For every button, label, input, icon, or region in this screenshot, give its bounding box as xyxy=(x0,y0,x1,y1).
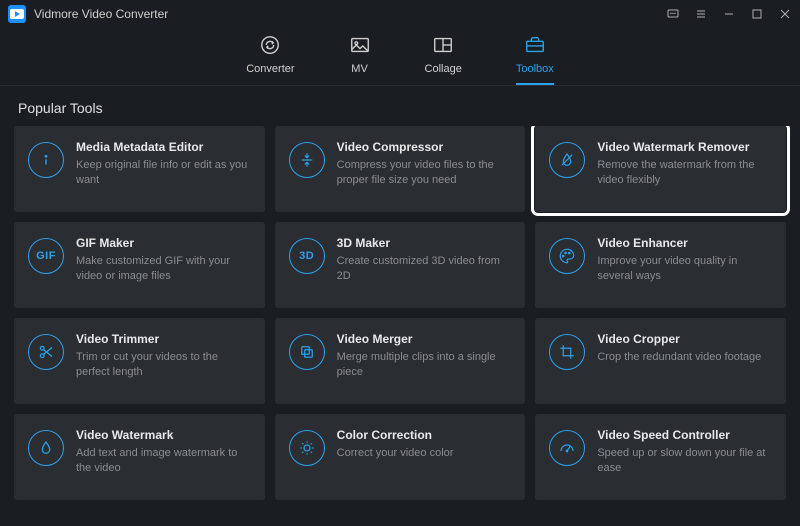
close-button[interactable] xyxy=(778,7,792,21)
tool-video-watermark-remover[interactable]: Video Watermark Remover Remove the water… xyxy=(535,126,786,212)
tool-text: Video Watermark Add text and image water… xyxy=(76,428,251,476)
tool-text: GIF Maker Make customized GIF with your … xyxy=(76,236,251,284)
tool-title: Color Correction xyxy=(337,428,512,442)
info-icon xyxy=(28,142,64,178)
tool-color-correction[interactable]: Color Correction Correct your video colo… xyxy=(275,414,526,500)
tool-title: Video Compressor xyxy=(337,140,512,154)
tool-text: Video Watermark Remover Remove the water… xyxy=(597,140,772,188)
maximize-button[interactable] xyxy=(750,7,764,21)
tools-grid: Media Metadata Editor Keep original file… xyxy=(14,126,786,500)
tool-video-cropper[interactable]: Video Cropper Crop the redundant video f… xyxy=(535,318,786,404)
layout-icon xyxy=(432,34,454,59)
tool-video-compressor[interactable]: Video Compressor Compress your video fil… xyxy=(275,126,526,212)
tab-mv[interactable]: MV xyxy=(349,34,371,85)
image-icon xyxy=(349,34,371,59)
tab-label: Collage xyxy=(425,63,462,75)
tool-video-enhancer[interactable]: Video Enhancer Improve your video qualit… xyxy=(535,222,786,308)
tool-desc: Trim or cut your videos to the perfect l… xyxy=(76,350,251,380)
gif-icon: GIF xyxy=(28,238,64,274)
tab-label: MV xyxy=(351,63,368,75)
tool-text: Video Trimmer Trim or cut your videos to… xyxy=(76,332,251,380)
tool-text: Video Enhancer Improve your video qualit… xyxy=(597,236,772,284)
crop-icon xyxy=(549,334,585,370)
tool-text: Media Metadata Editor Keep original file… xyxy=(76,140,251,188)
tab-label: Toolbox xyxy=(516,63,554,75)
tool-text: 3D Maker Create customized 3D video from… xyxy=(337,236,512,284)
tool-desc: Keep original file info or edit as you w… xyxy=(76,158,251,188)
tool-title: Video Watermark xyxy=(76,428,251,442)
app-title: Vidmore Video Converter xyxy=(34,7,666,21)
sun-icon xyxy=(289,430,325,466)
tool-desc: Add text and image watermark to the vide… xyxy=(76,446,251,476)
tool-desc: Improve your video quality in several wa… xyxy=(597,254,772,284)
merge-icon xyxy=(289,334,325,370)
top-nav: Converter MV Collage Toolbox xyxy=(0,28,800,86)
tool-title: Video Watermark Remover xyxy=(597,140,772,154)
tool-text: Video Compressor Compress your video fil… xyxy=(337,140,512,188)
tab-collage[interactable]: Collage xyxy=(425,34,462,85)
tool-desc: Compress your video files to the proper … xyxy=(337,158,512,188)
tool-title: GIF Maker xyxy=(76,236,251,250)
menu-icon[interactable] xyxy=(694,7,708,21)
tab-label: Converter xyxy=(246,63,294,75)
section-title: Popular Tools xyxy=(0,86,800,126)
tool-desc: Merge multiple clips into a single piece xyxy=(337,350,512,380)
gauge-icon xyxy=(549,430,585,466)
tool-title: Video Trimmer xyxy=(76,332,251,346)
tool-title: Video Speed Controller xyxy=(597,428,772,442)
titlebar: Vidmore Video Converter xyxy=(0,0,800,28)
tool-video-speed-controller[interactable]: Video Speed Controller Speed up or slow … xyxy=(535,414,786,500)
tools-scroll[interactable]: Media Metadata Editor Keep original file… xyxy=(0,126,800,526)
window-controls xyxy=(666,7,792,21)
recycle-icon xyxy=(259,34,281,59)
tab-converter[interactable]: Converter xyxy=(246,34,294,85)
3d-icon: 3D xyxy=(289,238,325,274)
tool-desc: Make customized GIF with your video or i… xyxy=(76,254,251,284)
tool-title: 3D Maker xyxy=(337,236,512,250)
tool-desc: Crop the redundant video footage xyxy=(597,350,772,365)
tool-desc: Correct your video color xyxy=(337,446,512,461)
compress-icon xyxy=(289,142,325,178)
tool-text: Video Speed Controller Speed up or slow … xyxy=(597,428,772,476)
feedback-icon[interactable] xyxy=(666,7,680,21)
tool-title: Video Enhancer xyxy=(597,236,772,250)
tool-desc: Speed up or slow down your file at ease xyxy=(597,446,772,476)
tool-desc: Create customized 3D video from 2D xyxy=(337,254,512,284)
tool-3d-maker[interactable]: 3D 3D Maker Create customized 3D video f… xyxy=(275,222,526,308)
tool-desc: Remove the watermark from the video flex… xyxy=(597,158,772,188)
drop-slash-icon xyxy=(549,142,585,178)
tool-title: Video Merger xyxy=(337,332,512,346)
tool-text: Color Correction Correct your video colo… xyxy=(337,428,512,461)
drop-icon xyxy=(28,430,64,466)
tab-toolbox[interactable]: Toolbox xyxy=(516,34,554,85)
scissors-icon xyxy=(28,334,64,370)
tool-title: Video Cropper xyxy=(597,332,772,346)
minimize-button[interactable] xyxy=(722,7,736,21)
app-logo-icon xyxy=(8,5,26,23)
tool-video-watermark[interactable]: Video Watermark Add text and image water… xyxy=(14,414,265,500)
tool-text: Video Cropper Crop the redundant video f… xyxy=(597,332,772,365)
tool-video-merger[interactable]: Video Merger Merge multiple clips into a… xyxy=(275,318,526,404)
tool-gif-maker[interactable]: GIF GIF Maker Make customized GIF with y… xyxy=(14,222,265,308)
tool-title: Media Metadata Editor xyxy=(76,140,251,154)
tool-text: Video Merger Merge multiple clips into a… xyxy=(337,332,512,380)
tool-video-trimmer[interactable]: Video Trimmer Trim or cut your videos to… xyxy=(14,318,265,404)
tool-media-metadata-editor[interactable]: Media Metadata Editor Keep original file… xyxy=(14,126,265,212)
palette-icon xyxy=(549,238,585,274)
toolbox-icon xyxy=(524,34,546,59)
